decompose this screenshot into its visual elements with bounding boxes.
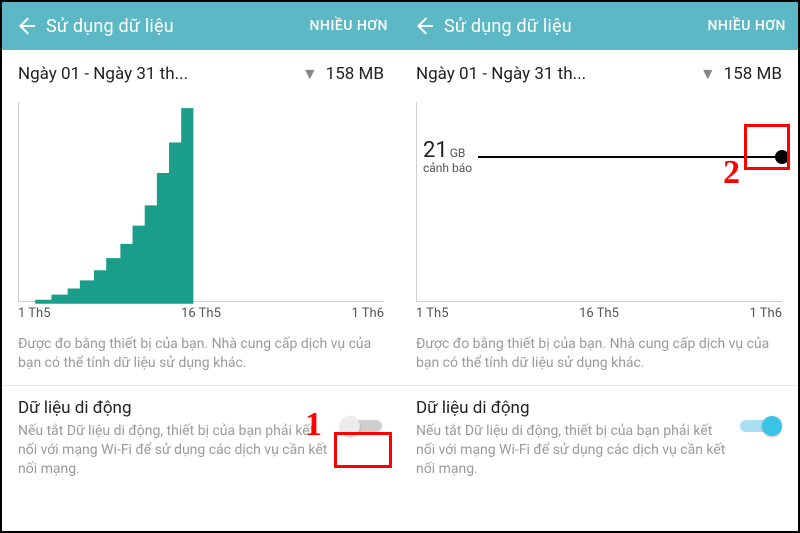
screen-right: Sử dụng dữ liệu NHIỀU HƠN Ngày 01 - Ngày… [400,2,798,531]
back-icon[interactable] [14,15,36,37]
chevron-down-icon: ▼ [302,64,318,84]
measurement-note: Được đo bằng thiết bị của bạn. Nhà cung … [2,321,400,385]
mobile-data-desc: Nếu tắt Dữ liệu di động, thiết bị của bạ… [416,422,726,479]
chevron-down-icon: ▼ [700,64,716,84]
threshold-unit: GB [450,146,466,160]
page-title: Sử dụng dữ liệu [444,16,698,37]
app-header: Sử dụng dữ liệu NHIỀU HƠN [2,2,400,50]
more-button[interactable]: NHIỀU HƠN [708,18,787,34]
mobile-data-toggle[interactable] [738,414,782,438]
annotation-box-2 [744,124,790,170]
annotation-label-1: 1 [305,406,322,444]
app-header: Sử dụng dữ liệu NHIỀU HƠN [400,2,798,50]
more-button[interactable]: NHIỀU HƠN [310,18,389,34]
x-tick: 1 Th6 [750,306,783,321]
total-usage: 158 MB [724,64,782,84]
page-title: Sử dụng dữ liệu [46,16,300,37]
mobile-data-title: Dữ liệu di động [18,398,328,418]
usage-chart: 21GB cảnh báo [416,102,782,302]
threshold-value: 21 [423,138,448,163]
mobile-data-title: Dữ liệu di động [416,398,726,418]
chart-x-axis: 1 Th5 16 Th5 1 Th6 [416,306,782,321]
mobile-data-desc: Nếu tắt Dữ liệu di động, thiết bị của bạ… [18,422,328,479]
usage-chart [18,102,384,302]
date-range-row[interactable]: Ngày 01 - Ngày 31 th... ▼ 158 MB [400,50,798,102]
threshold-label: 21GB cảnh báo [423,138,472,175]
screen-left: Sử dụng dữ liệu NHIỀU HƠN Ngày 01 - Ngày… [2,2,400,531]
total-usage: 158 MB [326,64,384,84]
x-tick: 16 Th5 [181,306,221,321]
date-range-label: Ngày 01 - Ngày 31 th... [416,64,694,84]
x-tick: 1 Th5 [416,306,449,321]
date-range-row[interactable]: Ngày 01 - Ngày 31 th... ▼ 158 MB [2,50,400,102]
x-tick: 1 Th5 [18,306,51,321]
measurement-note: Được đo bằng thiết bị của bạn. Nhà cung … [400,321,798,385]
x-tick: 16 Th5 [579,306,619,321]
annotation-box-1 [334,432,392,468]
back-icon[interactable] [412,15,434,37]
mobile-data-section: Dữ liệu di động Nếu tắt Dữ liệu di động,… [400,386,798,489]
date-range-label: Ngày 01 - Ngày 31 th... [18,64,296,84]
x-tick: 1 Th6 [352,306,385,321]
threshold-sub: cảnh báo [423,161,472,175]
annotation-label-2: 2 [723,154,740,192]
chart-svg [19,102,384,305]
chart-x-axis: 1 Th5 16 Th5 1 Th6 [18,306,384,321]
